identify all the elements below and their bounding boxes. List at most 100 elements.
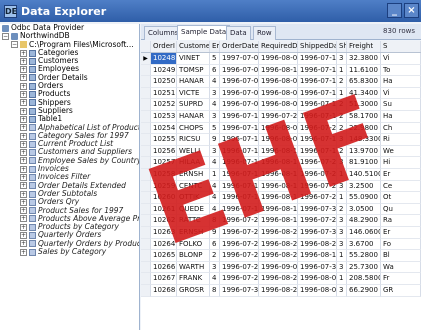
table-cell[interactable]: 1996-08-06 bbox=[298, 273, 337, 285]
table-cell[interactable]: 55.0900 bbox=[347, 192, 381, 204]
table-cell[interactable]: 1996-07-05 bbox=[220, 64, 259, 77]
row-indicator[interactable] bbox=[141, 157, 151, 169]
table-cell[interactable]: 208.5800 bbox=[347, 273, 381, 285]
table-cell[interactable]: 3 bbox=[337, 215, 347, 227]
table-cell[interactable]: 10267 bbox=[151, 273, 177, 285]
table-cell[interactable]: 2 bbox=[337, 99, 347, 111]
table-cell[interactable]: Er bbox=[381, 169, 421, 181]
table-cell[interactable]: 1 bbox=[210, 169, 220, 181]
table-row[interactable]: 10258 ERNSH 1 1996-07-17 1996-08-14 1996-07-2… bbox=[141, 169, 421, 181]
table-cell[interactable]: HILAA bbox=[177, 157, 210, 169]
table-cell[interactable]: RICSU bbox=[177, 134, 210, 146]
row-indicator[interactable] bbox=[141, 261, 151, 274]
table-cell[interactable]: 10257 bbox=[151, 157, 177, 169]
row-indicator[interactable] bbox=[141, 238, 151, 251]
table-cell[interactable]: 10255 bbox=[151, 134, 177, 146]
table-cell[interactable]: 10251 bbox=[151, 87, 177, 100]
expand-icon[interactable]: + bbox=[20, 74, 27, 82]
column-header[interactable]: ShippedDat bbox=[298, 41, 337, 52]
table-cell[interactable]: 3 bbox=[337, 157, 347, 169]
table-cell[interactable]: 8 bbox=[210, 285, 220, 297]
table-cell[interactable]: HANAR bbox=[177, 111, 210, 123]
table-cell[interactable]: 1996-07-23 bbox=[220, 227, 259, 239]
table-row[interactable]: ▶ 10248 VINET 5 1997-07-04 1996-08-01 1996-07-… bbox=[141, 53, 421, 65]
row-indicator[interactable] bbox=[141, 76, 151, 88]
table-row[interactable]: 10259 CENTC 4 1996-07-18 1996-08-15 1996-07-2… bbox=[141, 180, 421, 193]
table-cell[interactable]: 1996-08-16 bbox=[259, 64, 298, 77]
table-cell[interactable]: SUPRD bbox=[177, 99, 210, 111]
table-cell[interactable]: 1996-07-24 bbox=[259, 111, 298, 123]
expand-icon[interactable]: + bbox=[20, 182, 27, 190]
database-tree[interactable]: Odbc Data Provider − NorthwindDB − C:\Progra… bbox=[0, 24, 140, 330]
table-cell[interactable]: WELLI bbox=[177, 145, 210, 158]
table-cell[interactable]: 3 bbox=[337, 285, 347, 297]
table-cell[interactable]: 1996-08-23 bbox=[298, 238, 337, 251]
expand-icon[interactable]: + bbox=[20, 173, 27, 181]
table-cell[interactable]: 5 bbox=[210, 122, 220, 135]
table-cell[interactable]: 4 bbox=[210, 203, 220, 216]
table-cell[interactable]: 1 bbox=[337, 273, 347, 285]
table-cell[interactable]: 1996-08-09 bbox=[259, 134, 298, 146]
table-cell[interactable]: 10252 bbox=[151, 99, 177, 111]
table-cell[interactable]: 4 bbox=[210, 273, 220, 285]
table-cell[interactable]: 3 bbox=[210, 87, 220, 100]
tab-row[interactable]: Row bbox=[253, 26, 276, 40]
row-indicator[interactable] bbox=[141, 111, 151, 123]
column-header[interactable]: Sh bbox=[337, 41, 347, 52]
table-row[interactable]: 10254 CHOPS 5 1996-07-11 1996-08-08 1996-07-2… bbox=[141, 122, 421, 135]
table-cell[interactable]: 1996-08-08 bbox=[259, 122, 298, 135]
table-cell[interactable]: RATTC bbox=[177, 215, 210, 227]
table-cell[interactable]: Fr bbox=[381, 273, 421, 285]
table-cell[interactable]: 1996-07-09 bbox=[220, 99, 259, 111]
table-cell[interactable]: 9 bbox=[210, 227, 220, 239]
table-cell[interactable]: Wa bbox=[381, 261, 421, 274]
table-cell[interactable]: 1996-08-06 bbox=[259, 99, 298, 111]
table-cell[interactable]: 58.1700 bbox=[347, 111, 381, 123]
table-row[interactable]: 10265 BLONP 2 1996-07-25 1996-08-22 1996-08-1… bbox=[141, 250, 421, 262]
table-cell[interactable]: 1996-07-25 bbox=[298, 215, 337, 227]
table-cell[interactable]: 1 bbox=[337, 87, 347, 100]
table-cell[interactable]: 10268 bbox=[151, 285, 177, 297]
table-cell[interactable]: 1996-07-23 bbox=[298, 169, 337, 181]
table-cell[interactable]: 10265 bbox=[151, 250, 177, 262]
table-cell[interactable]: 3 bbox=[210, 111, 220, 123]
column-header[interactable]: OrderDate bbox=[220, 41, 259, 52]
table-cell[interactable]: Fo bbox=[381, 238, 421, 251]
table-cell[interactable]: 2 bbox=[210, 250, 220, 262]
table-cell[interactable]: 65.8300 bbox=[347, 76, 381, 88]
table-cell[interactable]: 1996-07-30 bbox=[298, 203, 337, 216]
row-indicator[interactable] bbox=[141, 285, 151, 297]
table-cell[interactable]: 3.6700 bbox=[347, 238, 381, 251]
table-cell[interactable]: 10253 bbox=[151, 111, 177, 123]
table-cell[interactable]: OTTIK bbox=[177, 192, 210, 204]
table-cell[interactable]: 8 bbox=[210, 215, 220, 227]
table-cell[interactable]: We bbox=[381, 145, 421, 158]
expand-icon[interactable]: + bbox=[20, 107, 27, 115]
table-cell[interactable]: Qu bbox=[381, 203, 421, 216]
table-cell[interactable]: ERNSH bbox=[177, 227, 210, 239]
table-cell[interactable]: 1996-07-26 bbox=[220, 261, 259, 274]
table-cell[interactable]: 2 bbox=[337, 145, 347, 158]
expand-icon[interactable]: + bbox=[20, 115, 27, 123]
row-indicator[interactable]: ▶ bbox=[141, 53, 151, 65]
table-row[interactable]: 10251 VICTE 3 1996-07-08 1996-08-05 1996-07-1… bbox=[141, 87, 421, 100]
table-row[interactable]: 10253 HANAR 3 1996-07-10 1996-07-24 1996-07-1… bbox=[141, 111, 421, 123]
table-cell[interactable]: 3 bbox=[337, 180, 347, 193]
table-cell[interactable]: 1996-07-17 bbox=[298, 145, 337, 158]
table-cell[interactable]: 1996-07-23 bbox=[298, 122, 337, 135]
expand-icon[interactable]: + bbox=[20, 57, 27, 65]
table-cell[interactable]: CHOPS bbox=[177, 122, 210, 135]
table-cell[interactable]: Vi bbox=[381, 87, 421, 100]
expand-icon[interactable]: + bbox=[20, 124, 27, 132]
table-cell[interactable]: 1996-07-29 bbox=[298, 192, 337, 204]
table-cell[interactable]: 10249 bbox=[151, 64, 177, 77]
table-cell[interactable]: 22.9800 bbox=[347, 122, 381, 135]
expand-icon[interactable]: + bbox=[20, 165, 27, 173]
table-cell[interactable]: Hi bbox=[381, 157, 421, 169]
table-cell[interactable]: 10256 bbox=[151, 145, 177, 158]
row-indicator[interactable] bbox=[141, 180, 151, 193]
table-cell[interactable]: 140.5100 bbox=[347, 169, 381, 181]
table-cell[interactable]: 11.6100 bbox=[347, 64, 381, 77]
table-row[interactable]: 10250 HANAR 4 1996-07-08 1996-08-05 1996-07-1… bbox=[141, 76, 421, 88]
table-cell[interactable]: 51.3000 bbox=[347, 99, 381, 111]
